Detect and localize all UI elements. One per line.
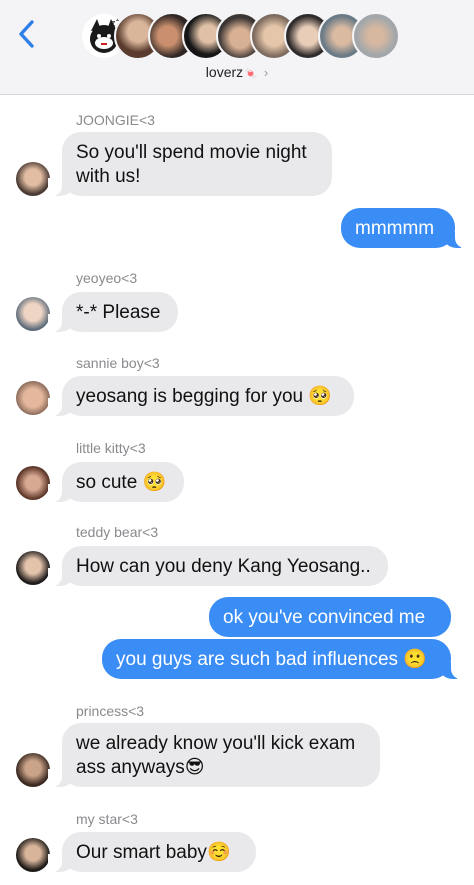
- sender-name: princess<3: [76, 703, 145, 719]
- message-text: you guys are such bad influences 🙁: [116, 649, 427, 670]
- member-avatar: [352, 12, 400, 60]
- chat-header: z z loverz🍬 ›: [0, 0, 474, 95]
- sender-name: sannie boy<3: [76, 355, 160, 371]
- chevron-left-icon: [19, 20, 34, 48]
- sender-avatar: [16, 838, 50, 872]
- sender-avatar: [16, 381, 50, 415]
- pleading-face-emoji: 🥺: [142, 472, 167, 493]
- sender-name: teddy bear<3: [76, 524, 159, 540]
- message-text: we already know you'll kick exam ass any…: [76, 733, 356, 778]
- message-text: yeosang is begging for you 🥺: [76, 386, 333, 407]
- sent-message-bubble[interactable]: mmmmm: [341, 208, 469, 248]
- pleading-face-emoji: 🥺: [308, 386, 333, 407]
- sender-name: my star<3: [76, 811, 138, 827]
- message-text: How can you deny Kang Yeosang..: [76, 556, 371, 577]
- sender-avatar: [16, 466, 50, 500]
- message-text: so cute 🥺: [76, 472, 167, 493]
- sent-message-bubble[interactable]: you guys are such bad influences 🙁: [102, 639, 465, 679]
- sender-avatar: [16, 162, 50, 196]
- received-message-bubble[interactable]: Our smart baby☺️: [48, 832, 256, 872]
- sender-avatar: [16, 551, 50, 585]
- received-message-bubble[interactable]: so cute 🥺: [48, 462, 184, 502]
- received-message-bubble[interactable]: So you'll spend movie night with us!: [48, 132, 332, 196]
- sender-name: JOONGIE<3: [76, 112, 155, 128]
- sender-name: little kitty<3: [76, 440, 146, 456]
- group-name[interactable]: loverz🍬 ›: [0, 64, 474, 80]
- message-text: So you'll spend movie night with us!: [76, 142, 307, 187]
- received-message-bubble[interactable]: we already know you'll kick exam ass any…: [48, 723, 380, 787]
- message-text: *-* Please: [76, 302, 161, 323]
- sent-message-bubble[interactable]: ok you've convinced me: [209, 597, 451, 637]
- group-avatar-stack[interactable]: z z: [80, 12, 400, 62]
- message-text: Our smart baby☺️: [76, 842, 231, 863]
- chevron-right-icon: ›: [263, 65, 269, 80]
- smiling-face-emoji: ☺️: [206, 842, 231, 863]
- frowning-face-emoji: 🙁: [403, 649, 427, 670]
- received-message-bubble[interactable]: How can you deny Kang Yeosang..: [48, 546, 388, 586]
- back-button[interactable]: [12, 14, 46, 54]
- group-name-label: loverz: [205, 64, 244, 80]
- candy-emoji: 🍬: [244, 68, 258, 80]
- message-text: mmmmm: [355, 218, 435, 239]
- sender-avatar: [16, 297, 50, 331]
- sender-avatar: [16, 753, 50, 787]
- received-message-bubble[interactable]: yeosang is begging for you 🥺: [48, 376, 354, 416]
- sunglasses-face-emoji: 😎: [184, 757, 205, 778]
- sender-name: yeoyeo<3: [76, 270, 138, 286]
- received-message-bubble[interactable]: *-* Please: [48, 292, 178, 332]
- message-text: ok you've convinced me: [223, 607, 426, 628]
